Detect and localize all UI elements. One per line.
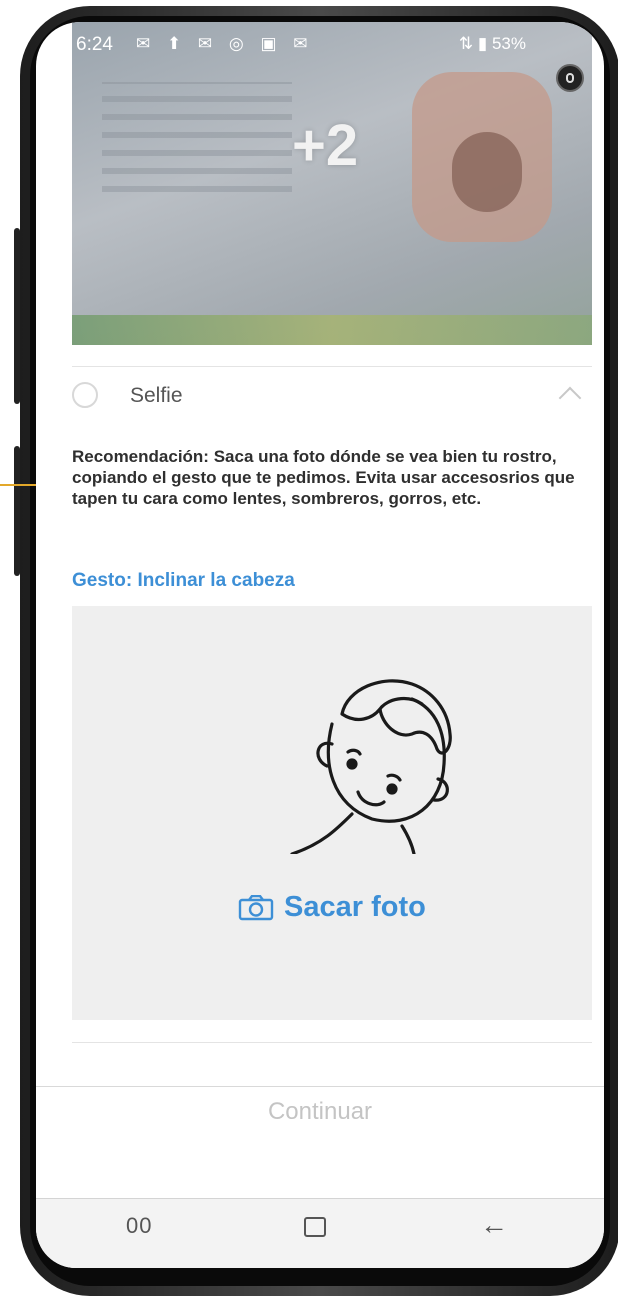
recommendation-text: Recomendación: Saca una foto dónde se ve… bbox=[72, 447, 575, 508]
take-photo-button[interactable]: Sacar foto bbox=[238, 891, 426, 924]
notification-icons: ✉ ⬆ ✉ ◎ ▣ ✉ bbox=[136, 34, 314, 53]
document-face-blur bbox=[452, 132, 522, 212]
document-thumbnail[interactable]: +2 bbox=[72, 22, 592, 345]
gesture-label: Gesto: Inclinar la cabeza bbox=[72, 570, 295, 591]
selfie-section-header[interactable]: Selfie bbox=[72, 368, 592, 424]
tilted-head-illustration bbox=[290, 679, 452, 854]
document-text-blur bbox=[102, 82, 292, 192]
document-strip-blur bbox=[72, 315, 592, 345]
divider bbox=[72, 1042, 592, 1043]
divider bbox=[72, 366, 592, 367]
home-button[interactable] bbox=[304, 1217, 326, 1237]
android-nav-bar: 00 ← bbox=[36, 1198, 604, 1268]
more-count: +2 bbox=[292, 113, 359, 178]
power-button bbox=[14, 446, 20, 576]
selfie-label: Selfie bbox=[130, 384, 183, 407]
battery-signal: ⇅ ▮ 53% bbox=[458, 34, 526, 53]
back-arrow-icon[interactable]: ← bbox=[480, 1209, 508, 1241]
recent-apps-button[interactable]: 00 bbox=[126, 1213, 152, 1239]
app-screen: +2 6:24 ✉ ⬆ ✉ ◎ ▣ ✉ ⇅ ▮ 53% Selfie Recom… bbox=[36, 22, 604, 1268]
chevron-up-icon[interactable] bbox=[558, 386, 582, 410]
footer-divider bbox=[36, 1086, 604, 1087]
continue-button[interactable]: Continuar bbox=[36, 1098, 604, 1126]
selfie-capture-area[interactable]: Sacar foto bbox=[72, 606, 592, 1020]
camera-icon bbox=[238, 894, 274, 920]
volume-button bbox=[14, 228, 20, 404]
status-bar: 6:24 ✉ ⬆ ✉ ◎ ▣ ✉ ⇅ ▮ 53% bbox=[36, 22, 604, 62]
screen-record-icon[interactable] bbox=[556, 64, 584, 92]
selfie-radio[interactable] bbox=[72, 382, 98, 408]
status-time: 6:24 bbox=[76, 34, 113, 55]
take-photo-label: Sacar foto bbox=[284, 891, 426, 923]
